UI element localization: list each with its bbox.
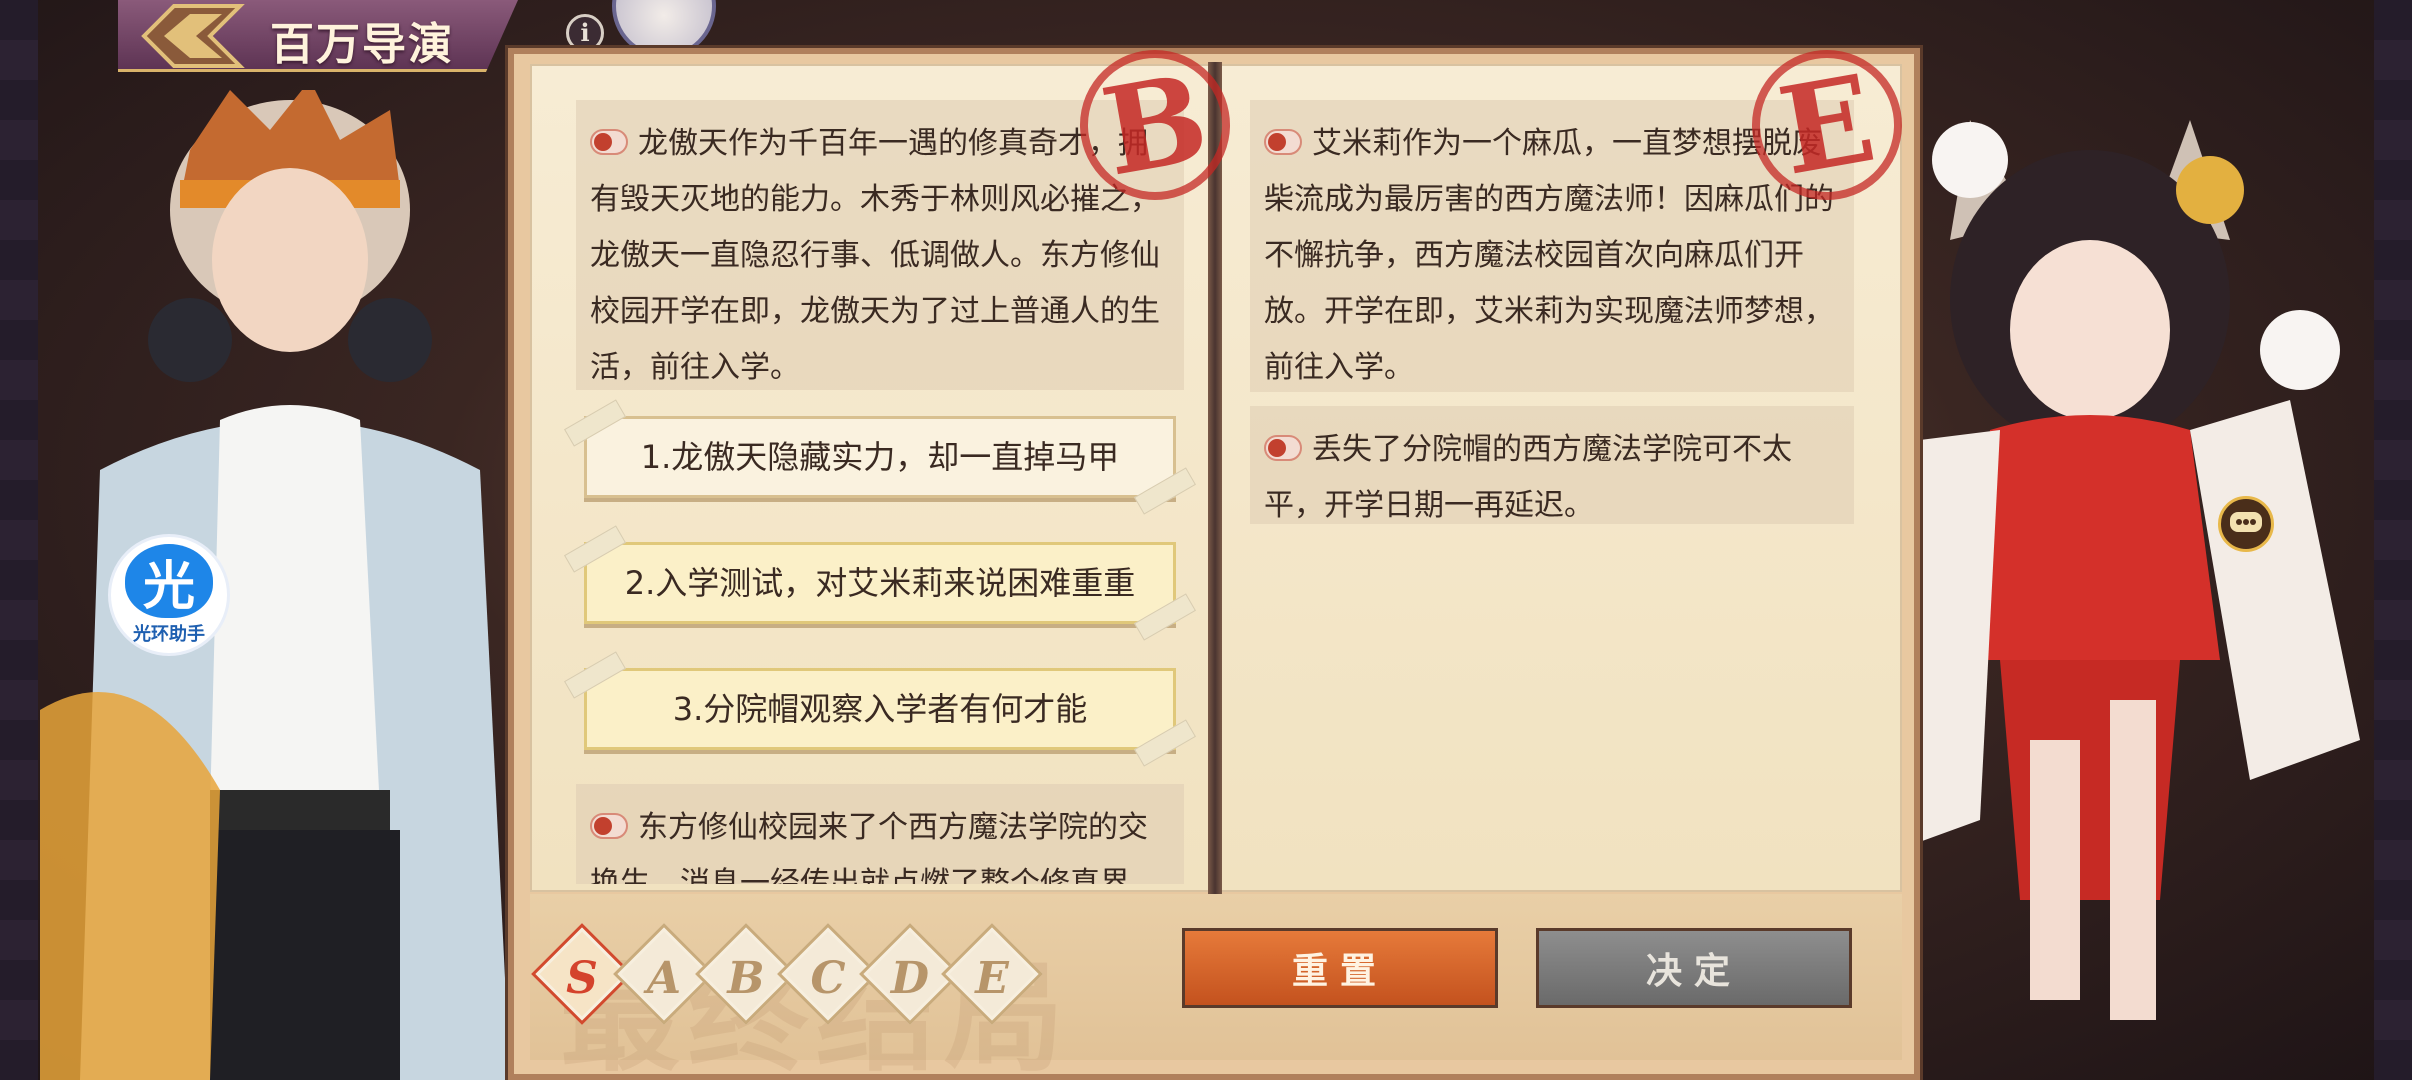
grade-label: B (727, 952, 765, 1004)
option-label: 1.龙傲天隐藏实力，却一直掉马甲 (640, 438, 1120, 476)
option-label: 3.分院帽观察入学者有何才能 (672, 690, 1088, 728)
plot-option-3[interactable]: 3.分院帽观察入学者有何才能 (564, 651, 1196, 767)
story-text: 龙傲天作为千百年一遇的修真奇才，拥有毁天灭地的能力。木秀于林则风必摧之，龙傲天一… (590, 126, 1160, 385)
right-character-portrait (1860, 100, 2380, 1080)
confirm-button[interactable]: 决定 (1536, 928, 1852, 1008)
toggle-icon[interactable] (590, 128, 628, 155)
story-card: 东方修仙校园来了个西方魔法学院的交换生，消息一经传出就点燃了整个修真界 (576, 784, 1184, 884)
toggle-icon[interactable] (590, 812, 628, 839)
grade-label: S (566, 952, 598, 1004)
plot-option-1[interactable]: 1.龙傲天隐藏实力，却一直掉马甲 (564, 399, 1196, 515)
toggle-icon[interactable] (1264, 128, 1302, 155)
back-button[interactable] (124, 0, 256, 72)
page-title: 百万导演 (270, 19, 454, 70)
plot-option-2[interactable]: 2.入学测试，对艾米莉来说困难重重 (564, 525, 1196, 641)
grade-label: C (810, 952, 846, 1004)
back-arrow-icon (141, 4, 245, 68)
grade-label: A (646, 952, 682, 1004)
story-text: 艾米莉作为一个麻瓜，一直梦想摆脱废柴流成为最厉害的西方魔法师！因麻瓜们的不懈抗争… (1264, 126, 1834, 385)
chat-bubble-icon[interactable] (2218, 496, 2274, 552)
reset-button[interactable]: 重置 (1182, 928, 1498, 1008)
grade-label: E (975, 952, 1009, 1004)
left-border (0, 0, 38, 1080)
story-card: 丢失了分院帽的西方魔法学院可不太平，开学日期一再延迟。 (1250, 406, 1854, 524)
toggle-icon[interactable] (1264, 434, 1302, 461)
story-text: 丢失了分院帽的西方魔法学院可不太平，开学日期一再延迟。 (1264, 432, 1792, 523)
option-label: 2.入学测试，对艾米莉来说困难重重 (624, 564, 1136, 602)
grade-label: D (890, 952, 930, 1004)
assistant-logo-icon: 光 (125, 544, 213, 618)
game-scene: 百万导演 i 光 光环助手 龙傲天作为千百年一遇的修真奇才，拥有毁天灭地的能力。… (0, 0, 2412, 1080)
story-text: 东方修仙校园来了个西方魔法学院的交换生，消息一经传出就点燃了整个修真界 (590, 810, 1148, 884)
info-icon[interactable]: i (566, 14, 604, 52)
assistant-label: 光环助手 (133, 624, 205, 645)
assistant-badge[interactable]: 光 光环助手 (108, 534, 230, 656)
